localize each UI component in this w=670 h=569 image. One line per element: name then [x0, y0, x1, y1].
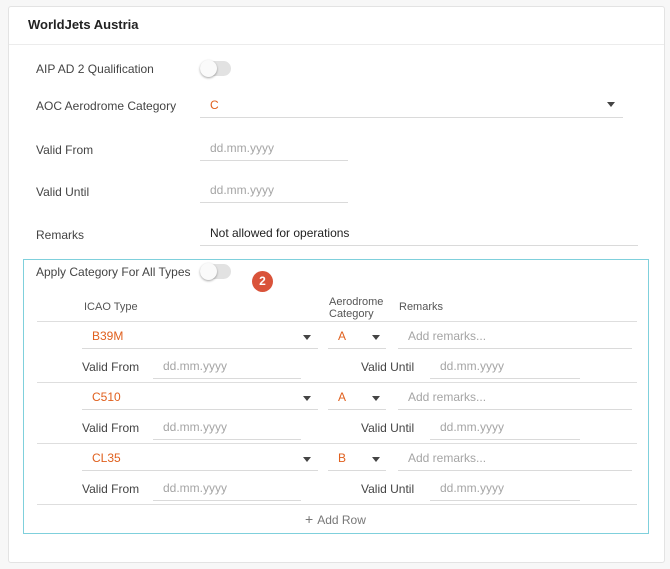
- icao-type-select[interactable]: C510: [82, 384, 318, 410]
- card-title: WorldJets Austria: [28, 17, 139, 32]
- aerodrome-category-select[interactable]: A: [328, 384, 386, 410]
- caret-down-icon: [303, 457, 311, 462]
- add-row-button[interactable]: + Add Row: [305, 511, 366, 527]
- row-valid-until-placeholder: dd.mm.yyyy: [440, 420, 505, 434]
- caret-down-icon: [607, 102, 615, 107]
- row-remarks-placeholder: Add remarks...: [408, 329, 487, 343]
- aoc-category-value: C: [210, 98, 219, 112]
- remarks-input[interactable]: Not allowed for operations: [200, 220, 638, 246]
- valid-until-input[interactable]: dd.mm.yyyy: [200, 177, 348, 203]
- step-badge: 2: [252, 271, 273, 292]
- row-remarks-input[interactable]: Add remarks...: [398, 445, 632, 471]
- valid-from-placeholder: dd.mm.yyyy: [210, 141, 275, 155]
- valid-from-input[interactable]: dd.mm.yyyy: [200, 135, 348, 161]
- apply-all-toggle[interactable]: [200, 263, 231, 280]
- aerodrome-category-value: A: [338, 329, 347, 343]
- aoc-category-select[interactable]: C: [200, 92, 623, 118]
- row-valid-from-label: Valid From: [82, 421, 140, 435]
- row-valid-from-input[interactable]: dd.mm.yyyy: [153, 414, 301, 440]
- aerodrome-category-header: Aerodrome Category: [329, 296, 383, 320]
- aoc-label: AOC Aerodrome Category: [36, 99, 177, 113]
- plus-icon: +: [305, 511, 314, 527]
- aerodrome-header-line2: Category: [329, 308, 374, 320]
- row-valid-until-input[interactable]: dd.mm.yyyy: [430, 414, 580, 440]
- icao-type-select[interactable]: CL35: [82, 445, 318, 471]
- row-valid-from-label: Valid From: [82, 482, 140, 496]
- row-valid-until-placeholder: dd.mm.yyyy: [440, 359, 505, 373]
- row-valid-from-input[interactable]: dd.mm.yyyy: [153, 475, 301, 501]
- aerodrome-category-value: B: [338, 451, 347, 465]
- aerodrome-category-value: A: [338, 390, 347, 404]
- row-valid-until-label: Valid Until: [361, 360, 415, 374]
- row-valid-from-input[interactable]: dd.mm.yyyy: [153, 353, 301, 379]
- row-valid-until-label: Valid Until: [361, 421, 415, 435]
- aerodrome-category-select[interactable]: A: [328, 323, 386, 349]
- remarks-label: Remarks: [36, 228, 85, 242]
- aip-label: AIP AD 2 Qualification: [36, 62, 154, 76]
- row-valid-from-placeholder: dd.mm.yyyy: [163, 481, 228, 495]
- row-divider: [37, 382, 637, 383]
- icao-type-select[interactable]: B39M: [82, 323, 318, 349]
- valid-until-label: Valid Until: [36, 185, 90, 199]
- row-remarks-placeholder: Add remarks...: [408, 451, 487, 465]
- caret-down-icon: [372, 335, 380, 340]
- row-valid-until-input[interactable]: dd.mm.yyyy: [430, 353, 580, 379]
- remarks-header: Remarks: [399, 301, 444, 313]
- icao-type-header: ICAO Type: [84, 301, 138, 313]
- icao-type-value: B39M: [92, 329, 124, 343]
- toggle-knob: [200, 263, 217, 280]
- row-valid-until-input[interactable]: dd.mm.yyyy: [430, 475, 580, 501]
- aip-toggle[interactable]: [200, 60, 231, 77]
- row-valid-until-label: Valid Until: [361, 482, 415, 496]
- row-remarks-placeholder: Add remarks...: [408, 390, 487, 404]
- icao-type-value: CL35: [92, 451, 121, 465]
- apply-all-label: Apply Category For All Types: [36, 265, 191, 279]
- caret-down-icon: [303, 396, 311, 401]
- row-remarks-input[interactable]: Add remarks...: [398, 384, 632, 410]
- row-valid-from-placeholder: dd.mm.yyyy: [163, 359, 228, 373]
- aerodrome-category-select[interactable]: B: [328, 445, 386, 471]
- valid-from-label: Valid From: [36, 143, 94, 157]
- aerodrome-header-line1: Aerodrome: [329, 296, 384, 308]
- row-valid-until-placeholder: dd.mm.yyyy: [440, 481, 505, 495]
- row-divider: [37, 504, 637, 505]
- row-divider: [37, 443, 637, 444]
- row-remarks-input[interactable]: Add remarks...: [398, 323, 632, 349]
- remarks-value: Not allowed for operations: [210, 226, 350, 240]
- divider: [9, 44, 664, 45]
- caret-down-icon: [303, 335, 311, 340]
- caret-down-icon: [372, 396, 380, 401]
- add-row-label: Add Row: [317, 513, 366, 527]
- toggle-knob: [200, 60, 217, 77]
- row-divider: [37, 321, 637, 322]
- row-valid-from-placeholder: dd.mm.yyyy: [163, 420, 228, 434]
- caret-down-icon: [372, 457, 380, 462]
- valid-until-placeholder: dd.mm.yyyy: [210, 183, 275, 197]
- icao-type-value: C510: [92, 390, 121, 404]
- row-valid-from-label: Valid From: [82, 360, 140, 374]
